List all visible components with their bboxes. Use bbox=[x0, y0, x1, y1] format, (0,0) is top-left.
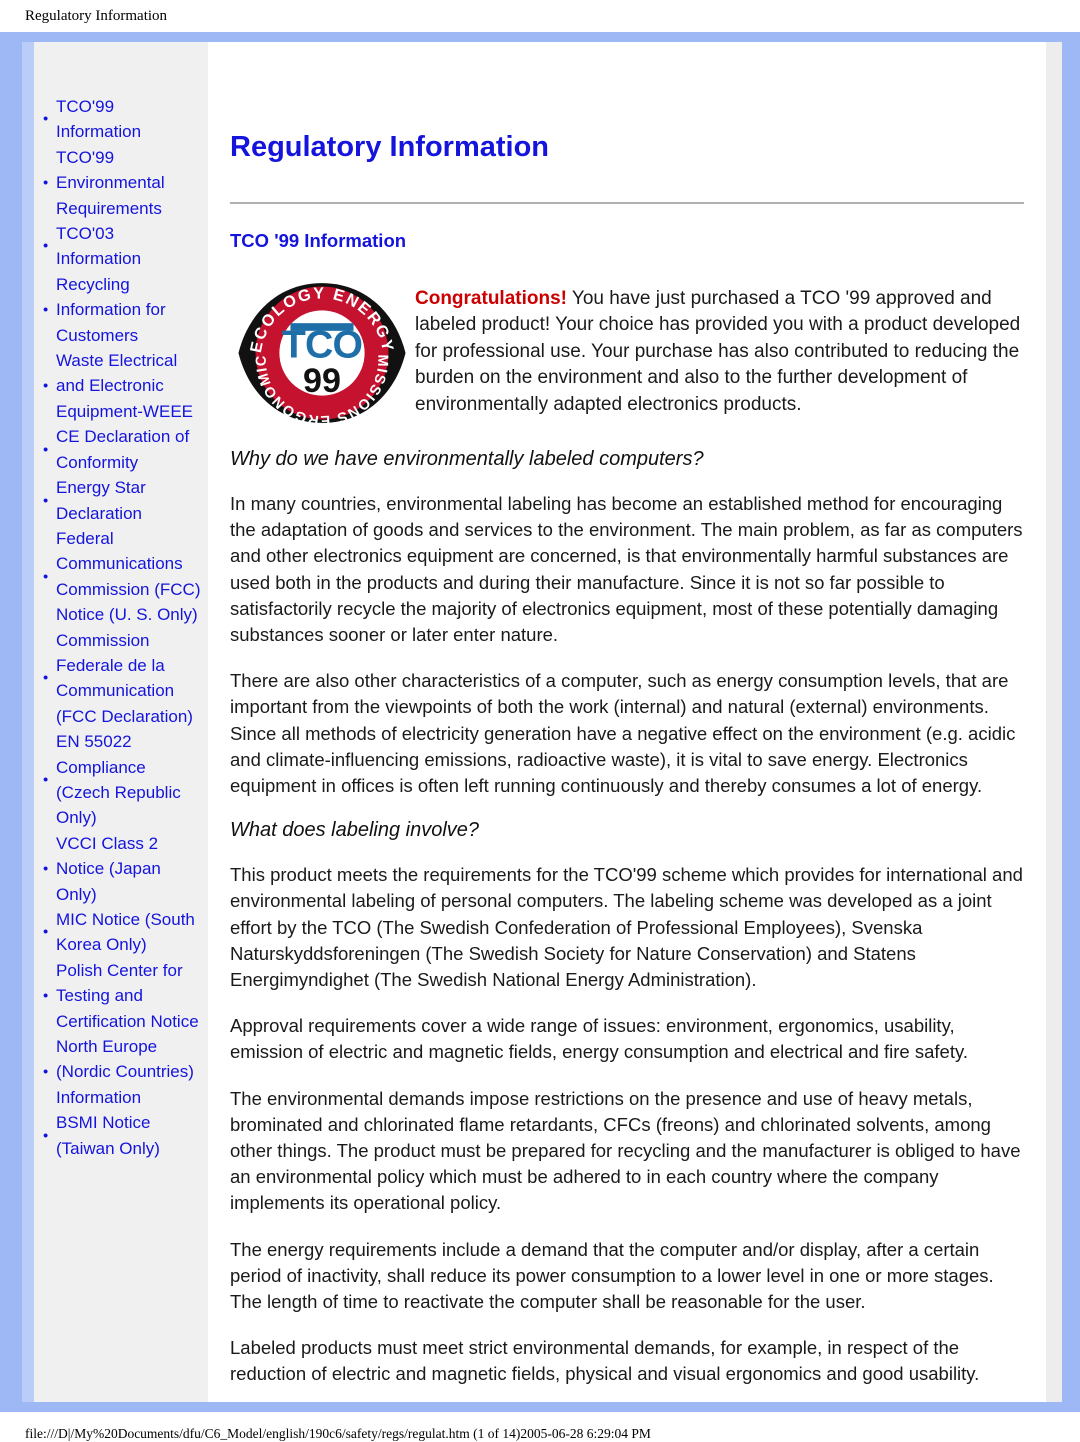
sidebar-item-tco99-environmental-requirements[interactable]: TCO'99 Environmental Requirements bbox=[56, 145, 202, 221]
paragraph-environmental-demands: The environmental demands impose restric… bbox=[230, 1087, 1021, 1214]
sidebar-item-label[interactable]: TCO'99 Environmental Requirements bbox=[56, 148, 165, 218]
intro-block: ECOLOGY ENERGY EMISSIONS ERGONOMICS TCO … bbox=[230, 278, 1024, 428]
tco-99-certification-logo-icon: ECOLOGY ENERGY EMISSIONS ERGONOMICS TCO … bbox=[236, 278, 406, 428]
page-frame: TCO'99 Information TCO'99 Environmental … bbox=[0, 32, 1080, 1412]
paragraph-environmental-labeling: In many countries, environmental labelin… bbox=[230, 492, 1023, 645]
sidebar-item-ce-declaration[interactable]: CE Declaration of Conformity bbox=[56, 424, 202, 475]
right-gutter-stripe bbox=[1046, 42, 1062, 1402]
paragraph-tco99-scheme: This product meets the requirements for … bbox=[230, 864, 1023, 990]
print-header-title: Regulatory Information bbox=[25, 7, 168, 24]
title-divider bbox=[230, 201, 1024, 204]
sidebar-item-label[interactable]: MIC Notice (South Korea Only) bbox=[56, 910, 195, 954]
sidebar-item-label[interactable]: CE Declaration of Conformity bbox=[56, 427, 189, 471]
print-header: Regulatory Information bbox=[0, 0, 1080, 32]
sidebar-item-mic-notice[interactable]: MIC Notice (South Korea Only) bbox=[56, 907, 202, 958]
sidebar-item-label[interactable]: Energy Star Declaration bbox=[56, 478, 146, 522]
paragraph-energy-requirements: The energy requirements include a demand… bbox=[230, 1238, 994, 1312]
sidebar-item-fcc-declaration[interactable]: Commission Federale de la Communication … bbox=[56, 628, 202, 730]
sidebar-item-weee[interactable]: Waste Electrical and Electronic Equipmen… bbox=[56, 348, 202, 424]
sidebar-item-tco99-information[interactable]: TCO'99 Information bbox=[56, 94, 202, 145]
sidebar-item-label[interactable]: Recycling Information for Customers bbox=[56, 275, 166, 345]
svg-text:99: 99 bbox=[303, 362, 341, 400]
tco-logo-container: ECOLOGY ENERGY EMISSIONS ERGONOMICS TCO … bbox=[230, 278, 415, 428]
heading-what-does-labeling-involve: What does labeling involve? bbox=[230, 819, 480, 842]
paragraph-approval-requirements: Approval requirements cover a wide range… bbox=[230, 1015, 968, 1063]
sidebar-item-north-europe-information[interactable]: North Europe (Nordic Countries) Informat… bbox=[56, 1034, 202, 1110]
paragraph-computer-characteristics: There are also other characteristics of … bbox=[230, 670, 1016, 796]
sidebar-item-recycling-information[interactable]: Recycling Information for Customers bbox=[56, 272, 202, 348]
sidebar-item-vcci-class2-notice[interactable]: VCCI Class 2 Notice (Japan Only) bbox=[56, 831, 202, 907]
sidebar-item-list: TCO'99 Information TCO'99 Environmental … bbox=[40, 94, 202, 1161]
congratulations-lead: Congratulations! bbox=[415, 287, 567, 309]
sidebar-item-label[interactable]: VCCI Class 2 Notice (Japan Only) bbox=[56, 834, 161, 904]
sidebar-item-en55022-compliance[interactable]: EN 55022 Compliance (Czech Republic Only… bbox=[56, 729, 202, 831]
sidebar-navigation: TCO'99 Information TCO'99 Environmental … bbox=[34, 42, 208, 1402]
sidebar-item-label[interactable]: EN 55022 Compliance (Czech Republic Only… bbox=[56, 732, 181, 827]
document-body: TCO'99 Information TCO'99 Environmental … bbox=[34, 42, 1062, 1402]
main-content: Regulatory Information TCO '99 Informati… bbox=[208, 42, 1046, 1402]
sidebar-item-tco03-information[interactable]: TCO'03 Information bbox=[56, 221, 202, 272]
section-title-tco99: TCO '99 Information bbox=[230, 229, 407, 251]
document-footer: file:///D|/My%20Documents/dfu/C6_Model/e… bbox=[0, 1412, 1080, 1442]
page-frame-inner: TCO'99 Information TCO'99 Environmental … bbox=[0, 42, 1080, 1402]
frame-accent-stripe bbox=[22, 42, 34, 1402]
sidebar-item-label[interactable]: Waste Electrical and Electronic Equipmen… bbox=[56, 351, 193, 421]
sidebar-item-label[interactable]: North Europe (Nordic Countries) Informat… bbox=[56, 1037, 194, 1107]
sidebar-item-energy-star-declaration[interactable]: Energy Star Declaration bbox=[56, 475, 202, 526]
sidebar-item-label[interactable]: BSMI Notice (Taiwan Only) bbox=[56, 1113, 160, 1157]
paragraph-labeled-products: Labeled products must meet strict enviro… bbox=[230, 1337, 980, 1385]
page-title: Regulatory Information bbox=[230, 131, 550, 163]
sidebar-item-label[interactable]: Federal Communications Commission (FCC) … bbox=[56, 529, 201, 624]
sidebar-item-polish-center-notice[interactable]: Polish Center for Testing and Certificat… bbox=[56, 958, 202, 1034]
sidebar-item-label[interactable]: Polish Center for Testing and Certificat… bbox=[56, 961, 199, 1031]
heading-why-labeled-computers: Why do we have environmentally labeled c… bbox=[230, 447, 704, 470]
sidebar-item-label[interactable]: Commission Federale de la Communication … bbox=[56, 631, 193, 726]
sidebar-item-label[interactable]: TCO'03 Information bbox=[56, 224, 141, 268]
sidebar-item-bsmi-notice[interactable]: BSMI Notice (Taiwan Only) bbox=[56, 1110, 202, 1161]
footer-file-path: file:///D|/My%20Documents/dfu/C6_Model/e… bbox=[25, 1425, 651, 1441]
sidebar-item-fcc-notice[interactable]: Federal Communications Commission (FCC) … bbox=[56, 526, 202, 628]
sidebar-item-label[interactable]: TCO'99 Information bbox=[56, 97, 141, 141]
intro-paragraph: Congratulations! You have just purchased… bbox=[415, 278, 1024, 419]
